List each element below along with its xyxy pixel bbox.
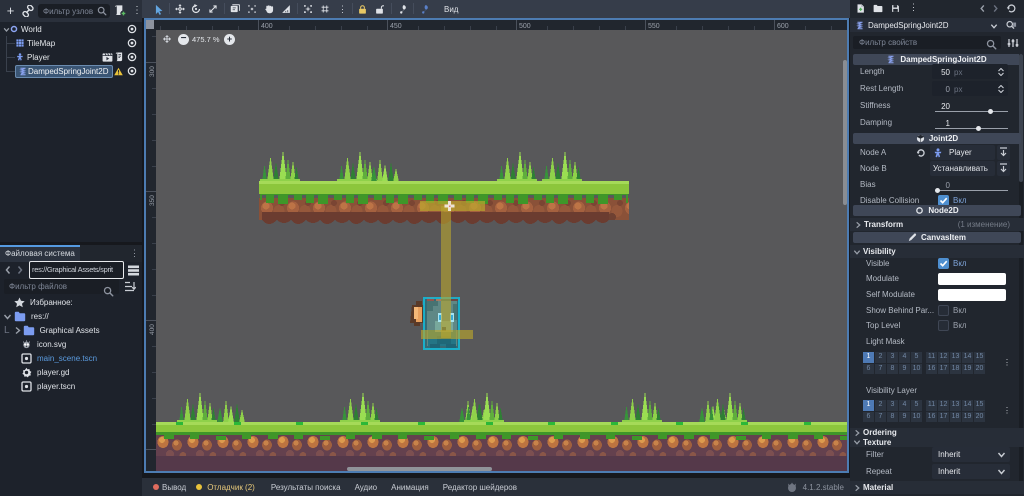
- svg-text:350: 350: [149, 195, 156, 206]
- svg-text:450: 450: [390, 23, 402, 30]
- svg-text:300: 300: [149, 66, 156, 77]
- svg-text:400: 400: [261, 23, 273, 30]
- svg-text:550: 550: [648, 23, 660, 30]
- svg-text:500: 500: [519, 23, 531, 30]
- svg-text:600: 600: [777, 23, 789, 30]
- svg-text:400: 400: [149, 324, 156, 335]
